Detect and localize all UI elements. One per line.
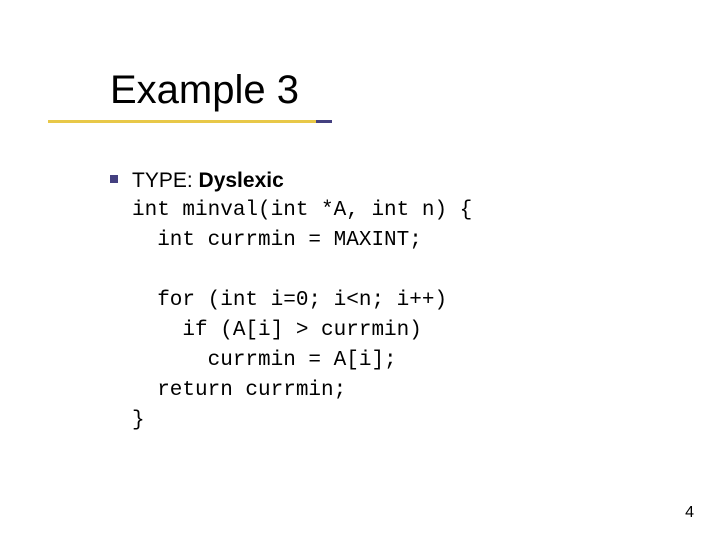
code-block-1: int minval(int *A, int n) { int currmin …	[132, 196, 472, 256]
page-number: 4	[685, 504, 694, 522]
title-underline-purple	[316, 120, 332, 123]
type-line: TYPE: Dyslexic	[132, 166, 472, 196]
slide-title: Example 3	[110, 68, 299, 113]
type-value: Dyslexic	[199, 169, 284, 192]
type-prefix: TYPE:	[132, 169, 199, 192]
slide: Example 3 TYPE: Dyslexic int minval(int …	[0, 0, 720, 540]
bullet-icon	[110, 175, 118, 183]
title-underline-yellow	[48, 120, 316, 123]
code-block-2: for (int i=0; i<n; i++) if (A[i] > currm…	[132, 286, 472, 436]
slide-body: TYPE: Dyslexic int minval(int *A, int n)…	[132, 166, 472, 436]
